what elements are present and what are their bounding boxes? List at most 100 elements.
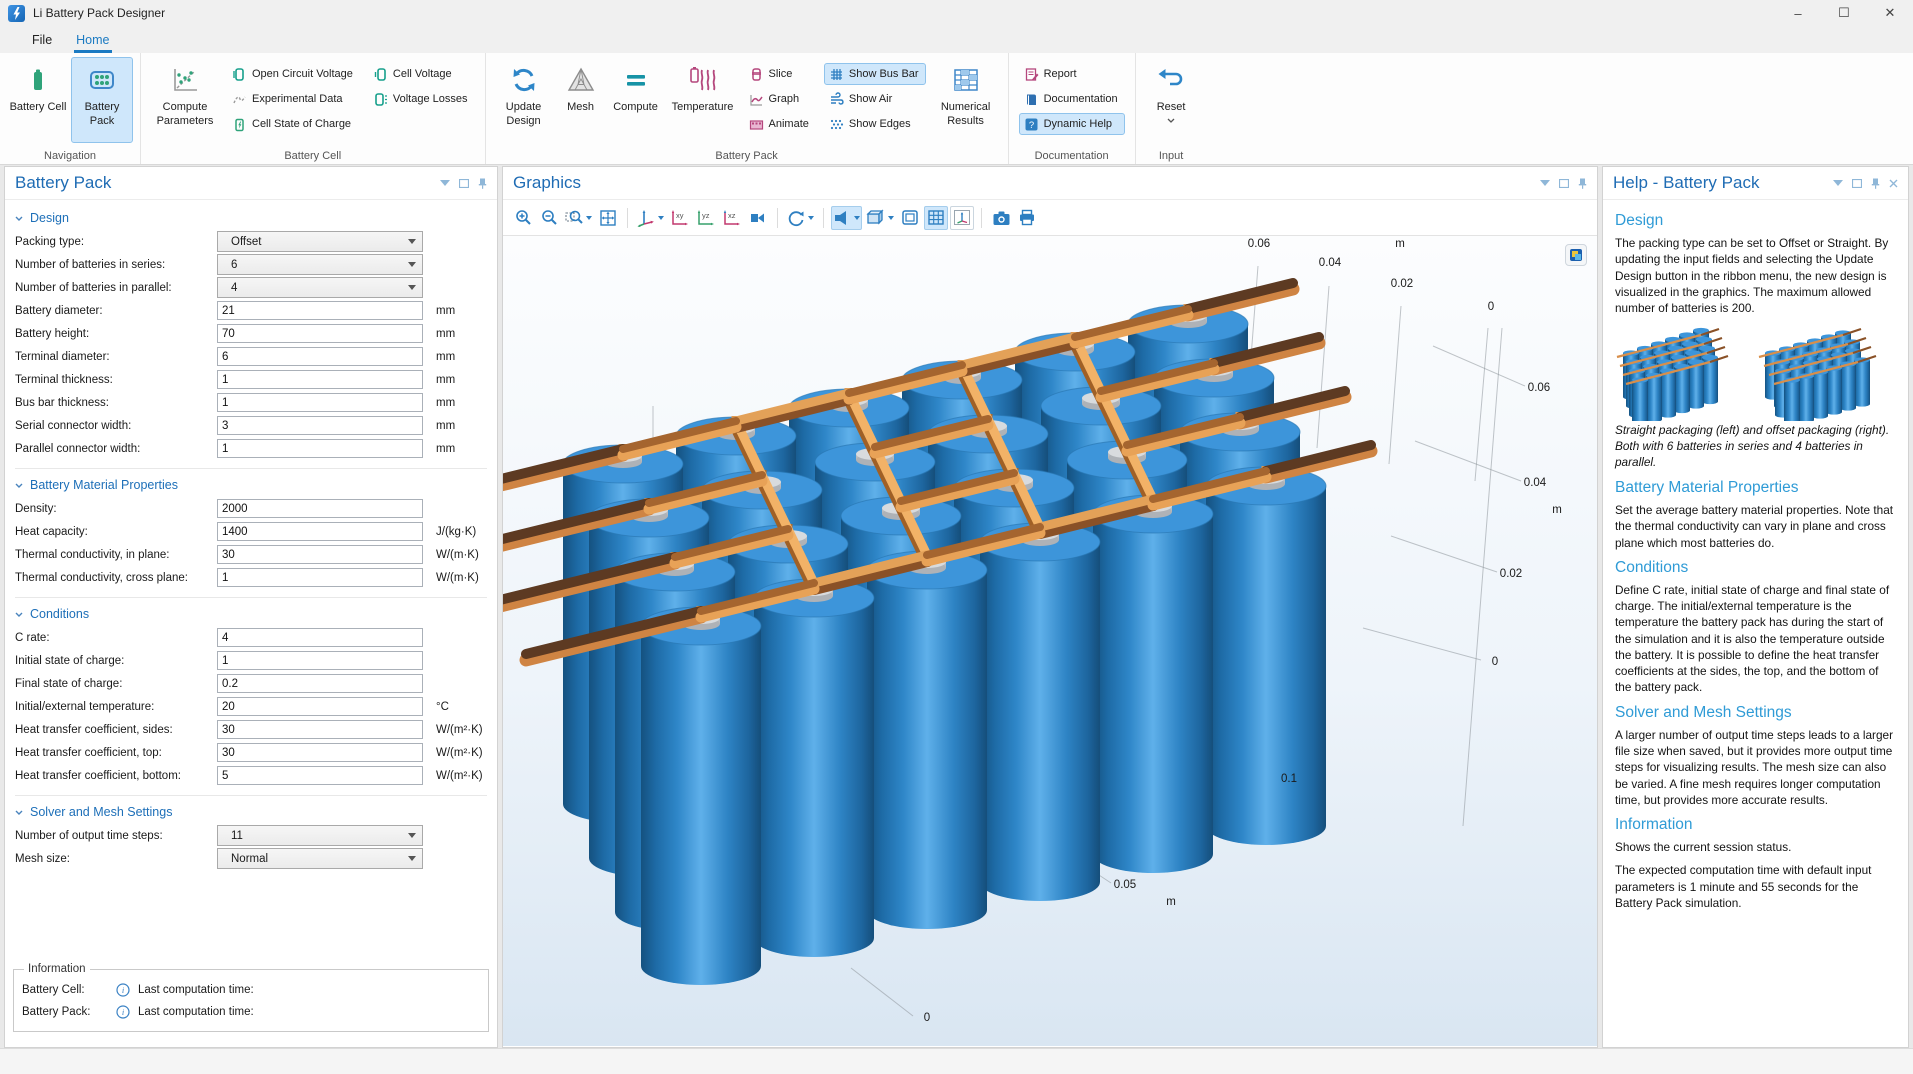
battery-diameter-input[interactable] [217, 301, 423, 320]
packing-type-select[interactable]: Offset [217, 231, 423, 252]
cell-state-of-charge-button[interactable]: Cell State of Charge [227, 113, 360, 135]
print-button[interactable] [1015, 206, 1039, 230]
design-section-header[interactable]: Design [15, 211, 487, 225]
experimental-data-icon [232, 92, 247, 107]
help-solver-heading: Solver and Mesh Settings [1615, 704, 1896, 722]
batteries-in-series-select[interactable]: 6 [217, 254, 423, 275]
image-snapshot-button[interactable] [989, 206, 1013, 230]
terminal-thickness-input[interactable] [217, 370, 423, 389]
mesh-size-select[interactable]: Normal [217, 848, 423, 869]
chevron-down-icon [15, 483, 23, 488]
maximize-button[interactable]: ☐ [1821, 0, 1867, 26]
mesh-button[interactable]: Mesh [557, 57, 605, 143]
documentation-icon [1024, 92, 1039, 107]
graphics-3d-canvas[interactable]: 0.060.040.020m0.060.04m0.0200.10.05m0 [503, 236, 1597, 1046]
settings-panel-title: Battery Pack [15, 173, 111, 193]
battery-height-input[interactable] [217, 324, 423, 343]
transparency-button[interactable] [864, 206, 896, 230]
final-state-of-charge-input[interactable] [217, 674, 423, 693]
heat-transfer-sides-input[interactable] [217, 720, 423, 739]
zoom-out-icon [541, 209, 558, 226]
update-design-button[interactable]: Update Design [493, 57, 555, 143]
batteries-in-parallel-select[interactable]: 4 [217, 277, 423, 298]
help-material-heading: Battery Material Properties [1615, 479, 1896, 497]
panel-collapse-icon[interactable] [1833, 180, 1843, 186]
c-rate-input[interactable] [217, 628, 423, 647]
show-bus-bar-toggle[interactable]: Show Bus Bar [824, 63, 926, 85]
axis-tick-label: 0.04 [1319, 257, 1341, 269]
zoom-box-button[interactable] [563, 206, 594, 230]
go-to-yz-view-button[interactable]: yz [694, 206, 718, 230]
zoom-extents-button[interactable] [596, 206, 620, 230]
report-button[interactable]: Report [1019, 63, 1125, 85]
temperature-button[interactable]: Temperature [667, 57, 739, 143]
chevron-down-icon [808, 216, 814, 220]
close-button[interactable]: ✕ [1867, 0, 1913, 26]
serial-connector-width-input[interactable] [217, 416, 423, 435]
voltage-losses-button[interactable]: Voltage Losses [368, 88, 475, 110]
parallel-connector-width-input[interactable] [217, 439, 423, 458]
rotate-button[interactable] [785, 206, 816, 230]
compute-button[interactable]: Compute [607, 57, 665, 143]
graph-button[interactable]: Graph [744, 88, 816, 110]
panel-pin-icon[interactable] [1578, 178, 1587, 189]
comsol-logo-button[interactable] [1565, 244, 1587, 266]
menu-file[interactable]: File [20, 29, 64, 53]
go-to-xz-view-button[interactable]: xz [720, 206, 744, 230]
orthographic-projection-button[interactable] [746, 206, 770, 230]
initial-external-temperature-input[interactable] [217, 697, 423, 716]
material-section-header[interactable]: Battery Material Properties [15, 478, 487, 492]
panel-pin-icon[interactable] [1871, 178, 1880, 189]
initial-state-of-charge-input[interactable] [217, 651, 423, 670]
experimental-data-button[interactable]: Experimental Data [227, 88, 360, 110]
minimize-button[interactable]: – [1775, 0, 1821, 26]
compute-parameters-button[interactable]: Compute Parameters [148, 57, 222, 143]
transparency-icon [866, 209, 885, 226]
menu-home[interactable]: Home [64, 29, 121, 53]
show-air-toggle[interactable]: Show Air [824, 88, 926, 110]
go-to-xy-view-button[interactable]: xy [668, 206, 692, 230]
open-circuit-voltage-button[interactable]: Open Circuit Voltage [227, 63, 360, 85]
dynamic-help-toggle[interactable]: ? Dynamic Help [1019, 113, 1125, 135]
battery-cell-button[interactable]: Battery Cell [7, 57, 69, 143]
panel-float-icon[interactable] [1559, 179, 1569, 188]
reset-button[interactable]: Reset [1143, 57, 1200, 143]
view-cube-icon [901, 209, 919, 226]
battery-pack-status-row: Battery Pack: i Last computation time: [22, 1001, 480, 1023]
animate-button[interactable]: Animate [744, 113, 816, 135]
zoom-out-button[interactable] [537, 206, 561, 230]
thermal-conductivity-in-plane-input[interactable] [217, 545, 423, 564]
heat-transfer-top-input[interactable] [217, 743, 423, 762]
show-edges-toggle[interactable]: Show Edges [824, 113, 926, 135]
panel-float-icon[interactable] [1852, 179, 1862, 188]
chevron-down-icon [15, 612, 23, 617]
battery-pack-button[interactable]: Battery Pack [71, 57, 133, 143]
slice-button[interactable]: Slice [744, 63, 816, 85]
show-air-icon [829, 92, 844, 107]
documentation-button[interactable]: Documentation [1019, 88, 1125, 110]
show-axis-orientation-toggle[interactable] [950, 206, 974, 230]
heat-capacity-input[interactable] [217, 522, 423, 541]
default-3d-view-button[interactable] [635, 206, 666, 230]
cell-voltage-button[interactable]: Cell Voltage [368, 63, 475, 85]
svg-text:?: ? [1028, 120, 1033, 131]
zoom-in-button[interactable] [511, 206, 535, 230]
numerical-results-button[interactable]: Numerical Results [931, 57, 1001, 143]
heat-transfer-bottom-input[interactable] [217, 766, 423, 785]
solver-section-header[interactable]: Solver and Mesh Settings [15, 805, 487, 819]
thermal-conductivity-cross-plane-input[interactable] [217, 568, 423, 587]
panel-collapse-icon[interactable] [440, 180, 450, 186]
conditions-section-header[interactable]: Conditions [15, 607, 487, 621]
panel-float-icon[interactable] [459, 179, 469, 188]
terminal-diameter-input[interactable] [217, 347, 423, 366]
panel-close-icon[interactable] [1889, 179, 1898, 188]
panel-pin-icon[interactable] [478, 178, 487, 189]
bus-bar-thickness-input[interactable] [217, 393, 423, 412]
output-time-steps-select[interactable]: 11 [217, 825, 423, 846]
view-cube-button[interactable] [898, 206, 922, 230]
help-conditions-heading: Conditions [1615, 559, 1896, 577]
panel-collapse-icon[interactable] [1540, 180, 1550, 186]
scene-light-toggle[interactable] [831, 206, 862, 230]
show-grid-toggle[interactable] [924, 206, 948, 230]
density-input[interactable] [217, 499, 423, 518]
